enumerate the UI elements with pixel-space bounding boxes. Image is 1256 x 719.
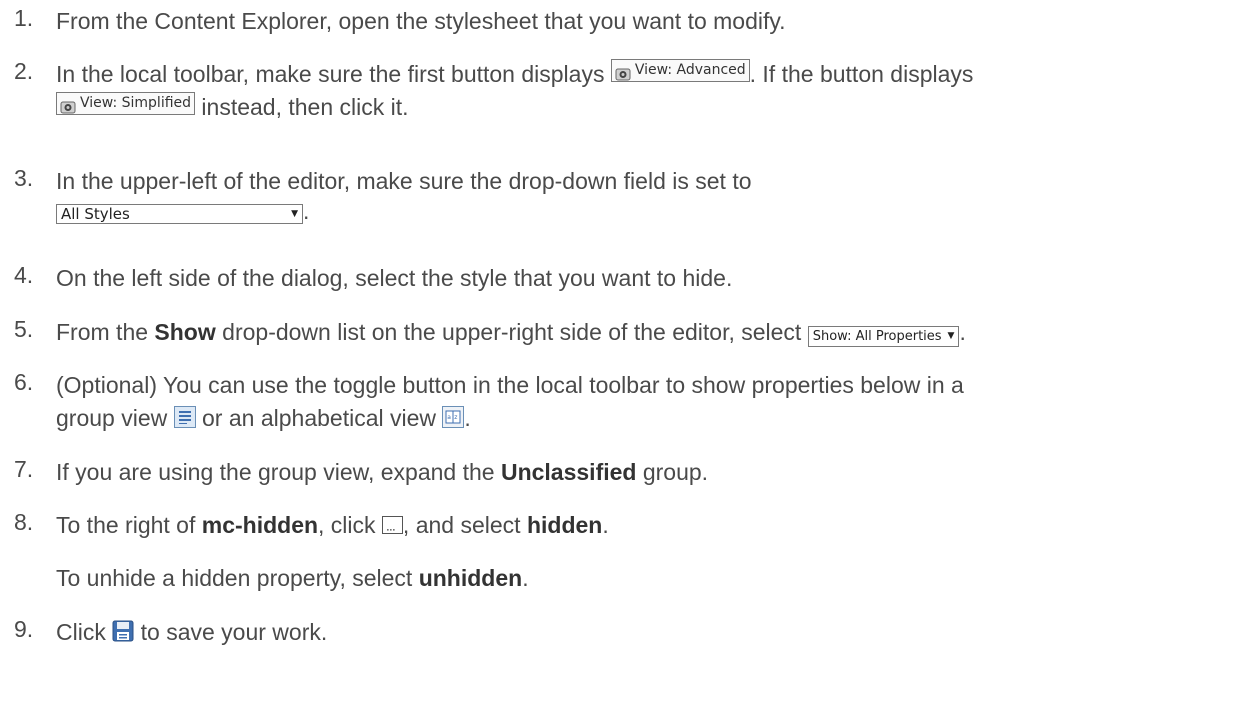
step-text: To the right of mc-hidden, click , and s… xyxy=(56,509,609,546)
step-text-part: , click xyxy=(318,512,376,538)
step-number: 9. xyxy=(14,616,34,642)
step-text-part: . xyxy=(959,319,966,345)
step-text-part: drop-down list on the upper-right side o… xyxy=(222,319,802,345)
view-simplified-button[interactable]: View: Simplified xyxy=(56,91,196,115)
step-number: 2. xyxy=(14,58,34,84)
step-text-part: Click xyxy=(56,619,106,645)
step-text-part: to save your work. xyxy=(140,619,328,645)
svg-text:z: z xyxy=(455,414,458,421)
step-text-part: group. xyxy=(642,459,709,485)
step-text: From the Show drop-down list on the uppe… xyxy=(56,316,966,349)
step-text: If you are using the group view, expand … xyxy=(56,456,708,489)
chevron-down-icon: ▼ xyxy=(947,331,955,341)
step-number: 8. xyxy=(14,509,34,535)
step-text: From the Content Explorer, open the styl… xyxy=(56,8,786,34)
step-text-part: . xyxy=(522,565,529,591)
step-text-bold: Show xyxy=(154,319,216,345)
step-text-part: To the right of xyxy=(56,512,196,538)
svg-text:a: a xyxy=(448,414,452,421)
view-advanced-label: View: Advanced xyxy=(634,61,746,78)
step-number: 3. xyxy=(14,165,34,191)
save-disk-icon[interactable] xyxy=(112,618,134,642)
dropdown-value: All Styles xyxy=(61,205,130,223)
step-text: (Optional) You can use the toggle button… xyxy=(56,372,964,398)
view-advanced-button[interactable]: View: Advanced xyxy=(610,58,750,82)
all-styles-dropdown[interactable]: All Styles ▼ xyxy=(56,204,303,224)
step-text: Click to save your work. xyxy=(56,616,327,649)
step-text-part: . xyxy=(464,405,471,431)
step-text-part: instead, then click it. xyxy=(201,94,409,120)
step-number: 1. xyxy=(14,5,34,31)
step-text: On the left side of the dialog, select t… xyxy=(56,265,733,291)
step-text-part: , and select xyxy=(402,512,521,538)
step-text: In the upper-left of the editor, make su… xyxy=(56,168,752,194)
group-view-icon[interactable] xyxy=(173,406,196,428)
ellipsis-button-icon[interactable] xyxy=(381,513,403,546)
step-text-bold: unhidden xyxy=(418,565,523,591)
step-text-part: If you are using the group view, expand … xyxy=(56,459,495,485)
eye-camera-icon xyxy=(60,95,76,114)
alphabetical-view-icon[interactable]: a z xyxy=(442,406,465,428)
step-text: In the local toolbar, make sure the firs… xyxy=(56,58,973,91)
step-number: 4. xyxy=(14,262,34,288)
step-text-bold: Unclassified xyxy=(500,459,637,485)
step-text: group view or an alphabetical view a z . xyxy=(56,402,471,435)
step-text: View: Simplified instead, then click it. xyxy=(56,91,409,124)
chevron-down-icon: ▼ xyxy=(291,209,298,219)
dropdown-value: Show: All Properties xyxy=(812,329,942,344)
step-text-part: In the local toolbar, make sure the firs… xyxy=(56,61,605,87)
step-number: 7. xyxy=(14,456,34,482)
step-text-part: To unhide a hidden property, select xyxy=(56,565,413,591)
step-text-bold: mc-hidden xyxy=(201,512,319,538)
eye-camera-icon xyxy=(615,62,631,81)
step-subtext: To unhide a hidden property, select unhi… xyxy=(56,562,529,595)
step-text-part: group view xyxy=(56,405,168,431)
step-text-part: . xyxy=(303,198,310,224)
step-text-part: . xyxy=(602,512,609,538)
step-number: 5. xyxy=(14,316,34,342)
show-properties-dropdown[interactable]: Show: All Properties ▼ xyxy=(807,326,960,347)
step-text-part: . If the button displays xyxy=(749,61,974,87)
step-text-part: or an alphabetical view xyxy=(202,405,436,431)
step-text: All Styles ▼ . xyxy=(56,198,309,224)
step-text-part: From the xyxy=(56,319,149,345)
view-simplified-label: View: Simplified xyxy=(80,94,192,111)
step-number: 6. xyxy=(14,369,34,395)
step-text-bold: hidden xyxy=(526,512,603,538)
